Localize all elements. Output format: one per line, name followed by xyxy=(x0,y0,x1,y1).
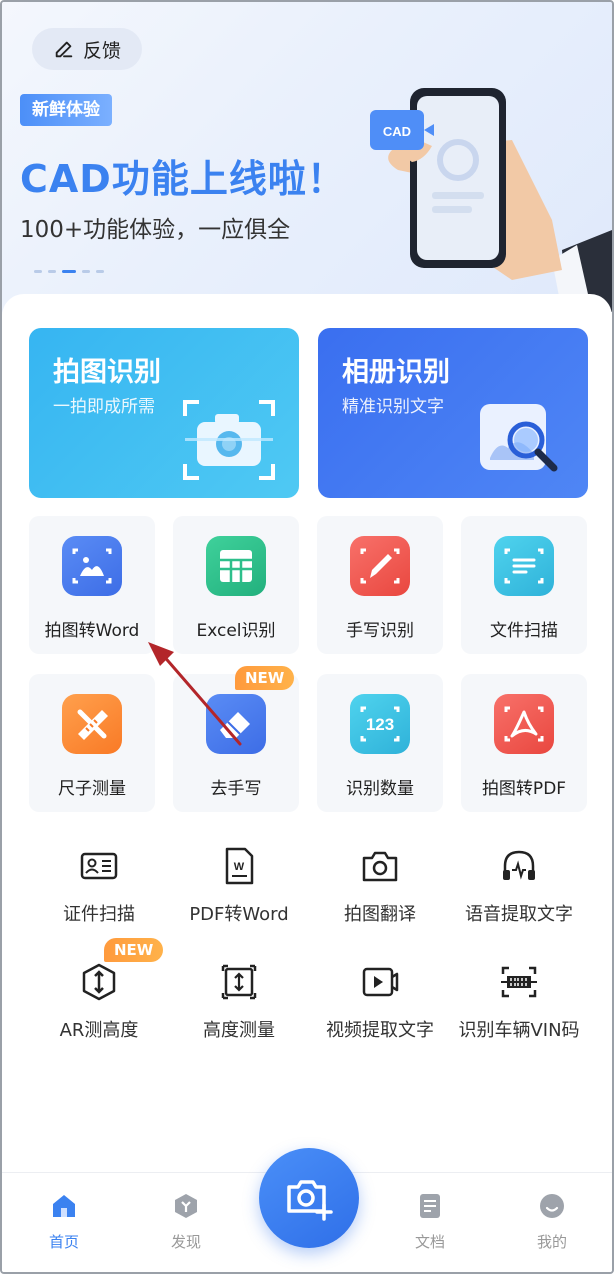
feedback-button[interactable]: 反馈 xyxy=(32,28,142,70)
discover-icon xyxy=(175,1194,197,1218)
banner-title: CAD功能上线啦！ xyxy=(20,157,346,201)
carousel-dots xyxy=(34,270,104,273)
nav-label: 我的 xyxy=(536,1233,567,1251)
tool-vin-recognition[interactable]: 识别车辆VIN码 xyxy=(444,962,594,1062)
pdf-icon xyxy=(494,694,554,754)
id-card-icon xyxy=(80,852,118,880)
phone-badge-text: CAD xyxy=(383,124,411,139)
main-panel: 拍图识别 一拍即成所需 相册识别 精准识别文字 拍图转Word Excel识别 … xyxy=(2,294,612,1174)
promo-banner[interactable]: 反馈 新鲜体验 CAD功能上线啦！ 100+功能体验，一应俱全 CAD xyxy=(2,2,612,312)
banner-tag: 新鲜体验 xyxy=(20,94,112,126)
tool-id-scan[interactable]: 证件扫描 xyxy=(24,846,174,946)
pen-icon xyxy=(350,536,410,596)
card-title: 相册识别 xyxy=(342,357,450,388)
tool-voice-to-text[interactable]: 语音提取文字 xyxy=(444,846,594,946)
card-subtitle: 精准识别文字 xyxy=(342,397,444,417)
card-title: 拍图识别 xyxy=(53,357,161,388)
carousel-dot xyxy=(82,270,90,273)
carousel-dot xyxy=(96,270,104,273)
tool-label: 文件扫描 xyxy=(490,621,558,641)
tool-excel-recognition[interactable]: Excel识别 xyxy=(173,516,299,654)
tool-label: 识别车辆VIN码 xyxy=(458,1020,580,1041)
phone-hand-illustration: CAD xyxy=(370,88,612,312)
banner-subtitle: 100+功能体验，一应俱全 xyxy=(20,217,291,243)
tool-label: 识别数量 xyxy=(346,779,414,799)
tool-image-to-word[interactable]: 拍图转Word xyxy=(29,516,155,654)
tool-height-measure[interactable]: 高度测量 xyxy=(164,962,314,1062)
profile-icon xyxy=(540,1194,564,1218)
ruler-icon xyxy=(62,694,122,754)
camera-translate-icon xyxy=(362,851,398,882)
tool-image-to-pdf[interactable]: 拍图转PDF xyxy=(461,674,587,812)
camera-plus-icon xyxy=(287,1180,333,1221)
nav-label: 文档 xyxy=(414,1233,445,1251)
tool-video-to-text[interactable]: 视频提取文字 xyxy=(305,962,455,1062)
tool-ar-height[interactable]: AR测高度 NEW xyxy=(24,938,174,1062)
tool-remove-handwriting[interactable]: 去手写 NEW xyxy=(173,666,299,812)
feedback-label: 反馈 xyxy=(82,39,121,62)
tool-label: 去手写 xyxy=(210,779,262,799)
word-doc-icon: W xyxy=(225,847,254,885)
svg-text:W: W xyxy=(234,861,245,873)
eraser-icon xyxy=(206,694,266,754)
svg-text:123: 123 xyxy=(366,715,394,734)
pencil-icon xyxy=(55,41,73,58)
camera-capture-button[interactable] xyxy=(259,1148,359,1248)
home-icon xyxy=(53,1195,75,1217)
tool-label: PDF转Word xyxy=(189,904,289,925)
tool-label: 语音提取文字 xyxy=(465,904,573,925)
tool-label: 拍图翻译 xyxy=(344,904,416,925)
excel-table-icon xyxy=(206,536,266,596)
count-123-icon: 123 xyxy=(350,694,410,754)
tool-handwriting-recognition[interactable]: 手写识别 xyxy=(317,516,443,654)
image-search-icon xyxy=(480,404,558,472)
tool-label: 拍图转Word xyxy=(44,621,140,641)
nav-item-discover[interactable]: 发现 xyxy=(146,1191,226,1252)
document-scan-icon xyxy=(494,536,554,596)
carousel-dot xyxy=(34,270,42,273)
document-icon xyxy=(420,1194,440,1218)
new-badge: NEW xyxy=(235,666,295,690)
nav-item-documents[interactable]: 文档 xyxy=(390,1191,470,1252)
tool-ruler-measure[interactable]: 尺子测量 xyxy=(29,674,155,812)
height-measure-icon xyxy=(221,964,257,1000)
tool-label: 证件扫描 xyxy=(63,904,135,925)
ar-height-icon xyxy=(82,963,116,1001)
tool-photo-translate[interactable]: 拍图翻译 xyxy=(305,846,455,946)
vin-scan-icon xyxy=(501,966,537,998)
nav-label: 发现 xyxy=(170,1233,201,1251)
image-to-word-icon xyxy=(62,536,122,596)
video-icon xyxy=(362,967,399,997)
nav-item-profile[interactable]: 我的 xyxy=(512,1191,592,1252)
carousel-dot xyxy=(48,270,56,273)
nav-item-home[interactable]: 首页 xyxy=(24,1191,104,1252)
photo-recognition-card[interactable]: 拍图识别 一拍即成所需 xyxy=(29,328,299,498)
tool-count-recognition[interactable]: 123 识别数量 xyxy=(317,674,443,812)
tool-label: 手写识别 xyxy=(346,621,414,641)
tool-label: 视频提取文字 xyxy=(326,1020,434,1041)
tool-label: 高度测量 xyxy=(203,1020,275,1041)
app-frame: 反馈 新鲜体验 CAD功能上线啦！ 100+功能体验，一应俱全 CAD 拍图识别… xyxy=(0,0,614,1274)
tool-pdf-to-word[interactable]: W PDF转Word xyxy=(164,846,314,946)
new-badge: NEW xyxy=(104,938,164,962)
nav-label: 首页 xyxy=(48,1233,79,1251)
camera-scan-icon xyxy=(183,400,275,480)
album-recognition-card[interactable]: 相册识别 精准识别文字 xyxy=(318,328,588,498)
tool-label: 拍图转PDF xyxy=(481,779,567,799)
tool-label: AR测高度 xyxy=(59,1020,139,1041)
tool-label: 尺子测量 xyxy=(58,779,126,799)
headphones-icon xyxy=(503,850,535,880)
card-subtitle: 一拍即成所需 xyxy=(53,397,155,417)
carousel-dot-active xyxy=(62,270,76,273)
tool-label: Excel识别 xyxy=(196,621,276,641)
tool-document-scan[interactable]: 文件扫描 xyxy=(461,516,587,654)
